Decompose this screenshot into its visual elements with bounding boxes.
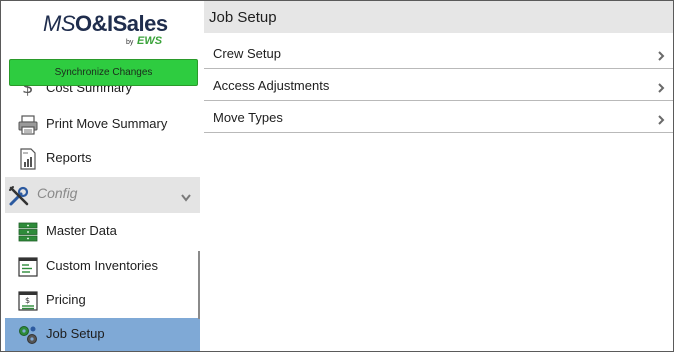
synchronize-changes-button[interactable]: Synchronize Changes [9,59,198,86]
app-logo: MSO&ISales by EWS [1,1,200,57]
inventory-list-icon [17,256,39,278]
list-item-access-adjustments[interactable]: Access Adjustments [204,69,673,101]
list-item-label: Move Types [213,110,283,125]
sidebar-item-custom-inventories[interactable]: Custom Inventories [5,250,200,284]
chevron-down-icon [181,189,191,202]
sidebar-section-config[interactable]: Config [5,177,200,213]
sidebar-item-label: Reports [46,150,92,165]
list-item-crew-setup[interactable]: Crew Setup [204,37,673,69]
sidebar-item-label: Job Setup [46,326,105,341]
sidebar-item-label: Custom Inventories [46,258,158,273]
list-item-move-types[interactable]: Move Types [204,101,673,133]
main-panel: Job Setup Crew Setup Access Adjustments … [204,1,673,351]
logo-by: by [126,39,134,46]
pricing-icon: $ [17,290,39,312]
database-icon [17,221,39,243]
chevron-right-icon [657,112,665,125]
sidebar-item-reports[interactable]: Reports [5,142,200,176]
dollar-icon: $ [17,85,39,98]
page-title: Job Setup [209,9,277,26]
svg-text:$: $ [25,296,30,305]
sidebar-item-label: Pricing [46,292,86,307]
sidebar-item-label: Master Data [46,223,117,238]
report-chart-icon [17,148,39,170]
gears-icon [17,324,39,346]
svg-text:$: $ [22,85,33,97]
app-window: MSO&ISales by EWS $ Cost Summary Synchro… [0,0,674,352]
chevron-right-icon [657,48,665,61]
sidebar-item-pricing[interactable]: $ Pricing [5,284,200,318]
logo-brand: EWS [137,35,163,47]
sidebar-section-label: Config [37,185,78,201]
page-header: Job Setup [204,1,673,33]
list-item-label: Access Adjustments [213,78,330,93]
sidebar-item-cost-summary[interactable]: $ Cost Summary [1,85,200,99]
sidebar-item-label: Cost Summary [46,85,132,95]
sidebar-item-job-setup[interactable]: Job Setup [5,318,200,351]
logo-prefix: MS [43,11,76,36]
sidebar-item-master-data[interactable]: Master Data [5,215,200,249]
chevron-right-icon [657,80,665,93]
printer-icon [17,114,39,136]
sidebar: MSO&ISales by EWS $ Cost Summary Synchro… [1,1,200,351]
sidebar-item-label: Print Move Summary [46,116,168,131]
sidebar-scrollbar[interactable] [198,251,200,319]
list-item-label: Crew Setup [213,46,281,61]
tools-icon [7,184,29,206]
sidebar-item-print-move-summary[interactable]: Print Move Summary [5,108,200,142]
logo-main-text: O&ISales [75,11,168,36]
logo-title: MSO&ISales [43,11,168,37]
